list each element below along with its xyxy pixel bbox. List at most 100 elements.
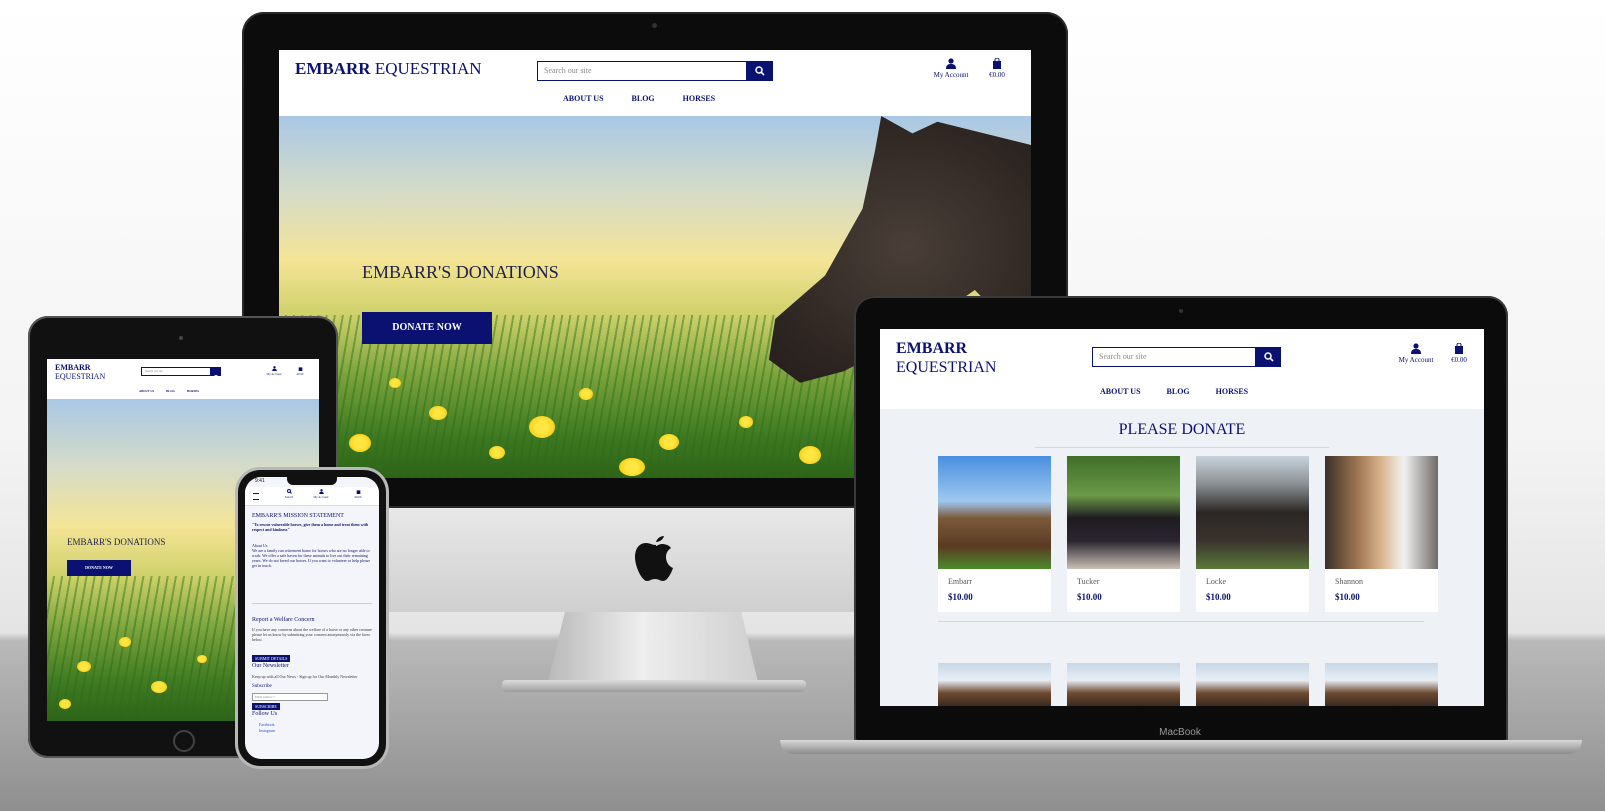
horse-name: Embarr <box>948 577 972 586</box>
search-input[interactable]: Search our site <box>537 61 747 81</box>
donate-now-button[interactable]: DONATE NOW <box>362 312 492 344</box>
laptop-nav-horses[interactable]: HORSES <box>1216 387 1248 396</box>
tablet-logo[interactable]: EMBARR EQUESTRIAN <box>55 363 105 381</box>
site-logo[interactable]: EMBARR EQUESTRIAN <box>295 59 482 79</box>
horse-card-partial[interactable] <box>1067 663 1180 706</box>
phone-screen: 9:41 Search My Account €0.00 EMBARR'S MI… <box>245 477 379 759</box>
laptop-bag-link[interactable]: €0.00 <box>1442 342 1476 364</box>
imac-stand <box>548 612 758 682</box>
phone-search-label: Search <box>284 495 294 499</box>
horse-card-partial[interactable] <box>938 663 1051 706</box>
shopping-bag-icon <box>1455 342 1463 354</box>
user-icon <box>946 58 956 69</box>
social-instagram[interactable]: Instagram <box>259 728 379 733</box>
account-link[interactable]: My Account <box>927 58 975 79</box>
subscribe-label: Subscribe <box>252 684 272 689</box>
hero-title: EMBARR'S DONATIONS <box>362 262 559 282</box>
macbook-camera <box>1179 309 1183 313</box>
shopping-bag-icon <box>993 57 1001 69</box>
horse-price: $10.00 <box>1077 592 1102 602</box>
phone-search-link[interactable]: Search <box>279 489 299 499</box>
logo-bold: EMBARR <box>295 59 371 78</box>
laptop-screen: EMBARR EQUESTRIAN Search our site My Acco… <box>880 329 1484 706</box>
laptop-nav-about-us[interactable]: ABOUT US <box>1100 387 1141 396</box>
tablet-nav: ABOUT US BLOG HORSES <box>139 389 199 393</box>
horse-card-locke[interactable]: Locke $10.00 <box>1196 456 1309 612</box>
macbook-base <box>780 740 1582 754</box>
horse-price: $10.00 <box>1206 592 1231 602</box>
horse-photo <box>1325 456 1438 569</box>
search-icon <box>213 375 219 380</box>
welfare-text: If you have any concerns about the welfa… <box>252 627 372 642</box>
tablet-header: EMBARR EQUESTRIAN Search our site My Acco… <box>47 359 319 399</box>
tablet-hero-title: EMBARR'S DONATIONS <box>67 537 166 547</box>
horse-card-partial[interactable] <box>1196 663 1309 706</box>
phone-bag-total: €0.00 <box>354 495 362 499</box>
follow-title: Follow Us <box>252 711 278 717</box>
menu-icon[interactable] <box>253 493 259 500</box>
ipad-home-button <box>173 730 195 752</box>
user-icon <box>318 489 324 494</box>
laptop-account-link[interactable]: My Account <box>1392 343 1440 364</box>
bag-link[interactable]: €0.00 <box>979 57 1015 79</box>
nav-horses[interactable]: HORSES <box>683 94 715 103</box>
title-underline <box>1035 447 1329 448</box>
tablet-account-link[interactable]: My Account <box>263 366 285 376</box>
desktop-header: EMBARR EQUESTRIAN Search our site My Acc… <box>279 50 1031 116</box>
tablet-nav-horses[interactable]: HORSES <box>187 389 199 393</box>
horse-name: Shannon <box>1335 577 1363 586</box>
phone-bag-link[interactable]: €0.00 <box>349 489 367 499</box>
section-divider <box>938 621 1424 622</box>
subscribe-button[interactable]: SUBSCRIBE <box>252 703 280 710</box>
laptop-search-button[interactable] <box>1256 347 1281 367</box>
laptop-bag-total: €0.00 <box>1451 356 1467 364</box>
laptop-account-label: My Account <box>1398 356 1434 364</box>
user-icon <box>1411 343 1421 354</box>
laptop-nav-blog[interactable]: BLOG <box>1167 387 1190 396</box>
nav-blog[interactable]: BLOG <box>632 94 655 103</box>
phone-account-label: My Account <box>313 495 329 499</box>
tablet-account-label: My Account <box>266 372 282 376</box>
shopping-bag-icon <box>356 490 360 494</box>
tablet-bag-total: €0.00 <box>296 372 304 376</box>
logo-regular: EQUESTRIAN <box>370 59 482 78</box>
laptop-logo-regular: EQUESTRIAN <box>896 359 997 376</box>
mission-title: EMBARR'S MISSION STATEMENT <box>252 513 344 519</box>
mission-quote: "To rescue vulnerable horses, give them … <box>252 522 369 532</box>
search-icon <box>1263 352 1274 362</box>
search-button[interactable] <box>747 61 773 81</box>
submit-details-button[interactable]: SUBMIT DETAILS <box>252 655 291 662</box>
phone-divider <box>252 603 372 604</box>
tablet-search-button[interactable] <box>211 367 221 380</box>
horse-card-embarr[interactable]: Embarr $10.00 <box>938 456 1051 612</box>
horse-photo <box>1196 456 1309 569</box>
laptop-logo[interactable]: EMBARR EQUESTRIAN <box>896 339 996 377</box>
welfare-title: Report a Welfare Concern <box>252 617 315 623</box>
laptop-header: EMBARR EQUESTRIAN Search our site My Acco… <box>880 329 1484 409</box>
horse-name: Tucker <box>1077 577 1100 586</box>
tablet-nav-blog[interactable]: BLOG <box>166 389 175 393</box>
phone-top-bar: Search My Account €0.00 <box>245 487 379 506</box>
tablet-search-input[interactable]: Search our site <box>141 367 211 376</box>
phone-time: 9:41 <box>255 478 265 484</box>
phone-notch <box>287 477 337 485</box>
laptop-search-input[interactable]: Search our site <box>1092 347 1256 367</box>
tablet-bag-link[interactable]: €0.00 <box>291 366 309 376</box>
search-icon <box>286 489 292 494</box>
imac-foot <box>502 680 806 692</box>
nav-about-us[interactable]: ABOUT US <box>563 94 604 103</box>
tablet-nav-about-us[interactable]: ABOUT US <box>139 389 154 393</box>
horse-card-partial[interactable] <box>1325 663 1438 706</box>
horse-card-shannon[interactable]: Shannon $10.00 <box>1325 456 1438 612</box>
newsletter-text: Keep up with all Our News - Sign up for … <box>252 674 358 679</box>
social-facebook[interactable]: Facebook <box>259 722 379 727</box>
phone-account-link[interactable]: My Account <box>307 489 335 499</box>
email-input[interactable]: Email Address * <box>252 693 328 701</box>
horse-card-tucker[interactable]: Tucker $10.00 <box>1067 456 1180 612</box>
horse-name: Locke <box>1206 577 1226 586</box>
ipad-camera <box>179 336 183 340</box>
account-label: My Account <box>933 71 969 79</box>
tablet-donate-now-button[interactable]: DONATE NOW <box>67 560 131 576</box>
user-icon <box>271 366 277 371</box>
macbook-label: MacBook <box>1159 727 1201 738</box>
